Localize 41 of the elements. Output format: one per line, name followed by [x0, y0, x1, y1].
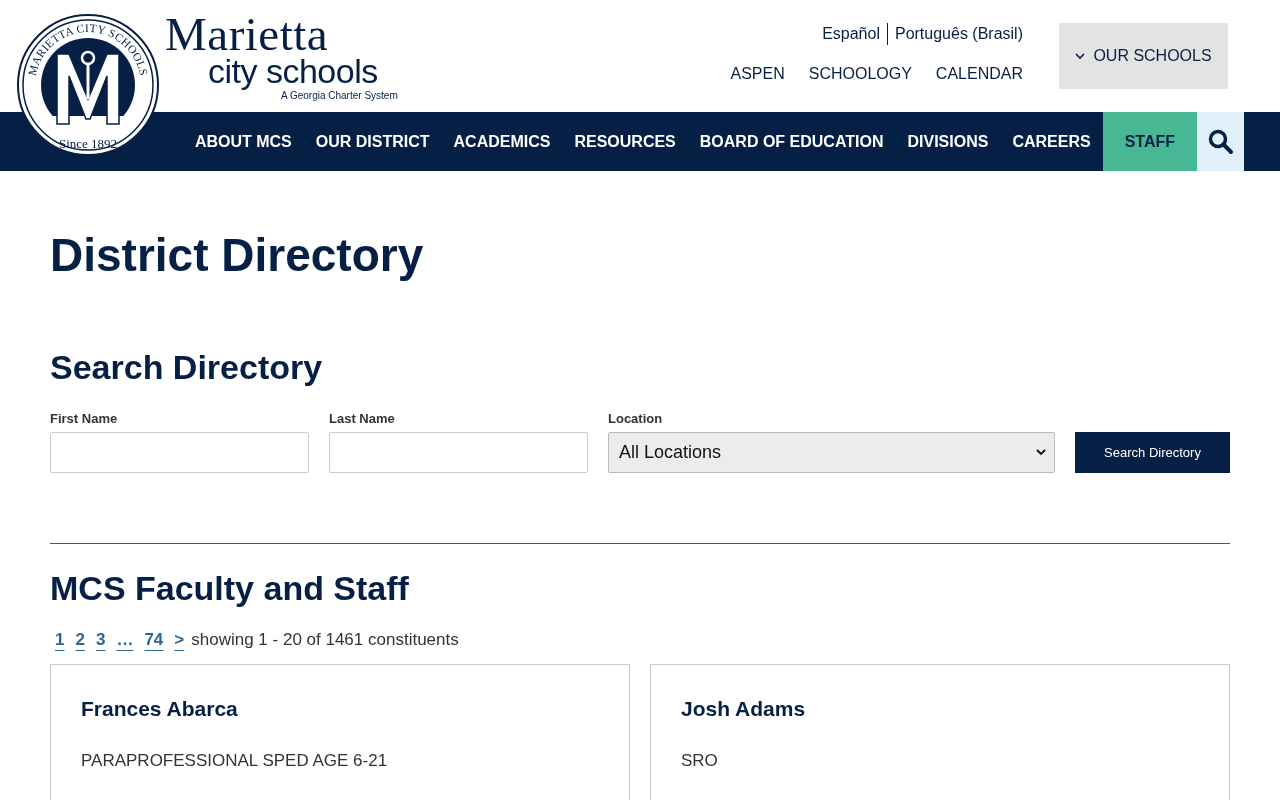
results-summary: showing 1 - 20 of 1461 constituents — [191, 630, 459, 650]
field-label: First Name — [50, 411, 119, 426]
search-button[interactable] — [1197, 112, 1244, 171]
staff-name: Frances Abarca — [81, 697, 239, 721]
nav-link[interactable]: ABOUT MCS — [182, 112, 304, 171]
location-select[interactable]: All Locations — [608, 432, 1055, 473]
page-link[interactable]: 74 — [144, 630, 164, 650]
chevron-down-icon — [1075, 52, 1086, 60]
nav-link[interactable]: ACADEMICS — [441, 112, 563, 171]
input-field[interactable] — [329, 432, 588, 473]
chevron-down-icon — [1036, 449, 1046, 456]
logo-name: Marietta — [165, 12, 329, 56]
nav-link[interactable]: DIVISIONS — [895, 112, 1001, 171]
staff-role: SRO — [681, 751, 719, 771]
nav-link[interactable]: OUR DISTRICT — [303, 112, 442, 171]
page-link[interactable]: … — [116, 630, 134, 650]
quick-link[interactable]: ASPEN — [730, 65, 785, 83]
nav-link[interactable]: BOARD OF EDUCATION — [687, 112, 896, 171]
logo-tagline: A Georgia Charter System — [281, 90, 398, 101]
page-title: District Directory — [50, 229, 425, 281]
input-field[interactable] — [50, 432, 309, 473]
language-link[interactable]: Português (Brasil) — [886, 23, 1023, 45]
page-link[interactable]: > — [174, 630, 185, 650]
nav-link[interactable]: RESOURCES — [562, 112, 688, 171]
staff-name: Josh Adams — [681, 697, 807, 721]
quick-link[interactable]: CALENDAR — [935, 65, 1023, 83]
staff-role: PARAPROFESSIONAL SPED AGE 6-21 — [81, 751, 389, 771]
section-title: MCS Faculty and Staff — [50, 568, 410, 608]
search-directory-button[interactable]: Search Directory — [1075, 432, 1230, 473]
field-label: Location — [608, 411, 664, 426]
our-schools-button[interactable]: OUR SCHOOLS — [1059, 23, 1228, 89]
quick-link[interactable]: SCHOOLOGY — [808, 65, 912, 83]
search-icon — [1207, 128, 1234, 155]
section-title: Search Directory — [50, 347, 324, 387]
language-link[interactable]: Español — [815, 23, 887, 45]
nav-link[interactable]: CAREERS — [1000, 112, 1103, 171]
page-link[interactable]: 3 — [95, 630, 106, 650]
page-link[interactable]: 1 — [55, 630, 65, 650]
staff-link[interactable]: STAFF — [1102, 112, 1197, 171]
page-link[interactable]: 2 — [75, 630, 85, 650]
field-label: Last Name — [329, 411, 396, 426]
